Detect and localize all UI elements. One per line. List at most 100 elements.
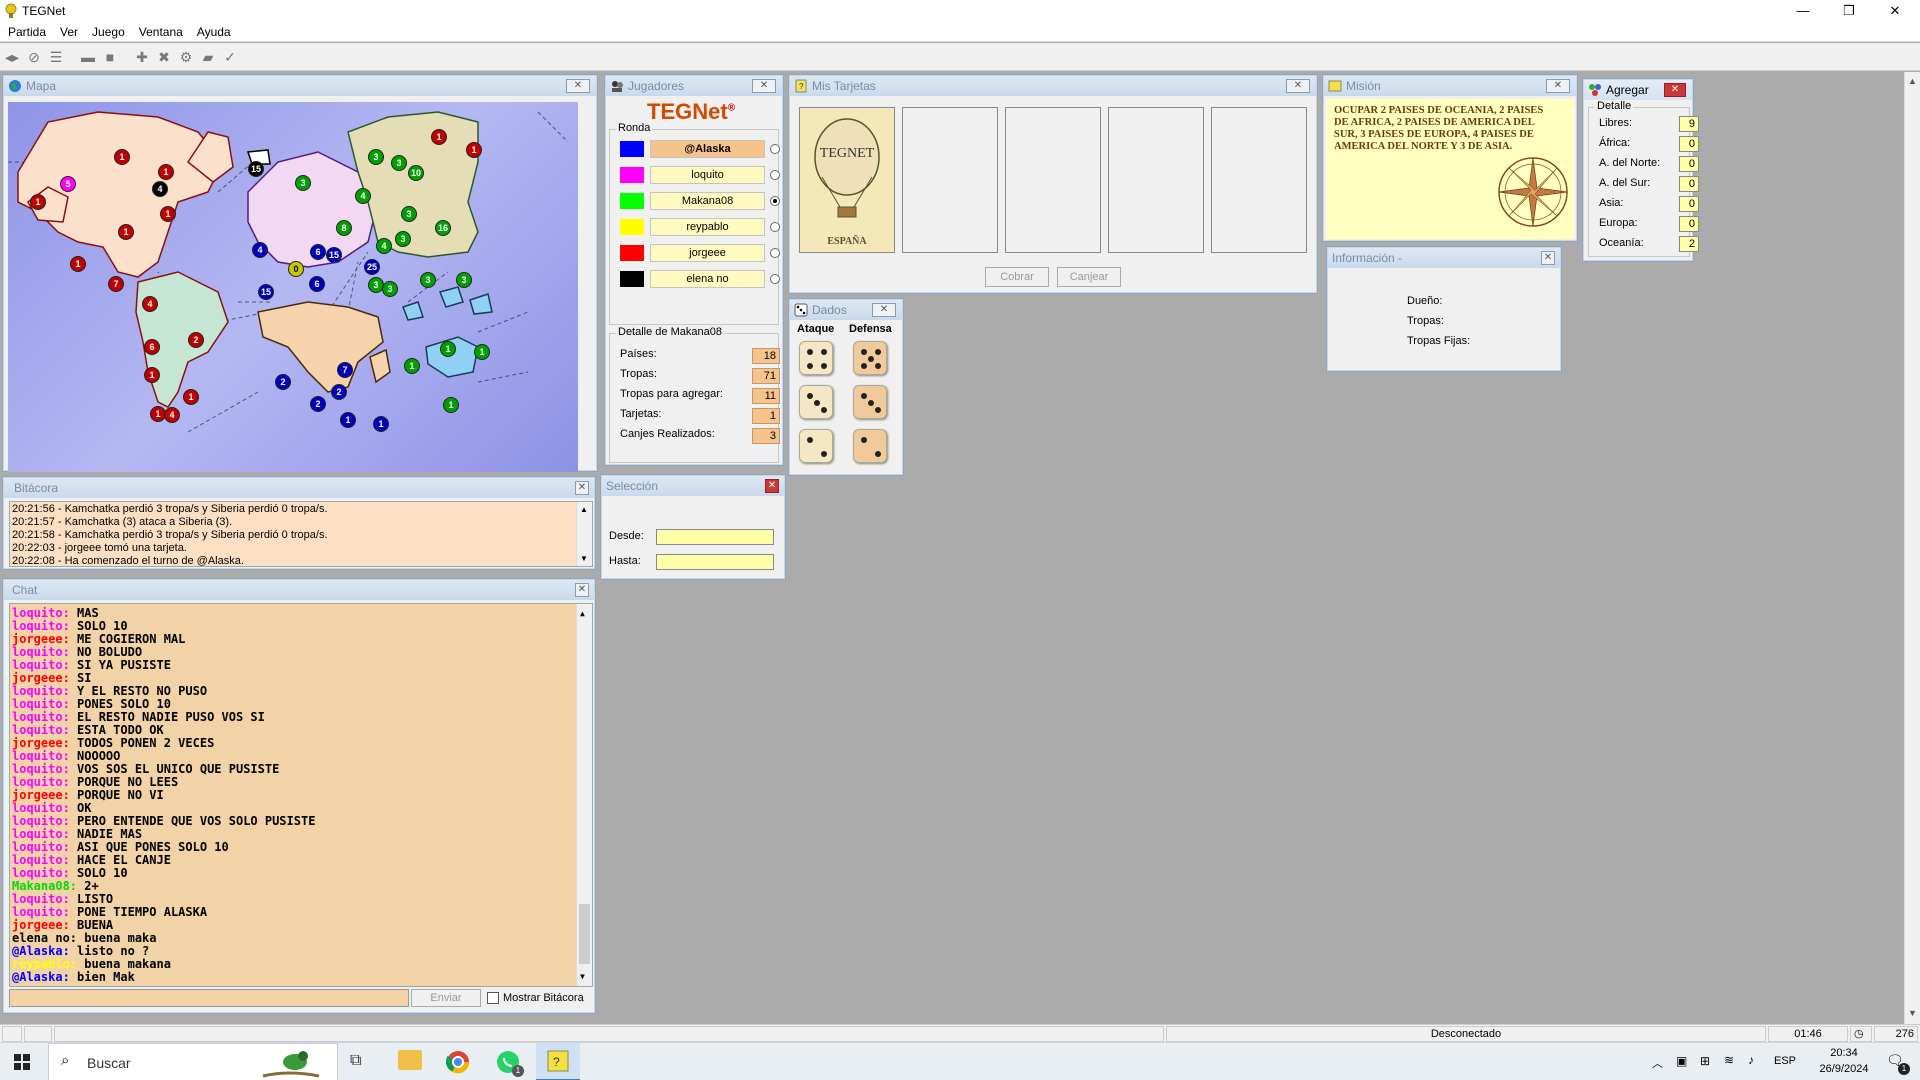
canjear-button[interactable]: Canjear <box>1057 267 1121 287</box>
army-marker[interactable]: 1 <box>404 358 420 374</box>
chat-messages[interactable]: loquito: MAS loquito: SOLO 10 jorgeee: ME … <box>9 603 593 987</box>
mission-close-button[interactable]: ✕ <box>1546 79 1570 93</box>
add-troops-icon[interactable]: ✚ <box>132 47 152 67</box>
army-marker[interactable]: 3 <box>456 272 472 288</box>
add-row-value[interactable]: 9 <box>1679 116 1699 132</box>
cobrar-button[interactable]: Cobrar <box>985 267 1049 287</box>
show-log-checkbox[interactable] <box>487 992 499 1004</box>
menu-juego[interactable]: Juego <box>85 22 132 42</box>
player-radio[interactable] <box>770 222 780 232</box>
player-radio[interactable] <box>770 196 780 206</box>
army-marker[interactable]: 1 <box>144 367 160 383</box>
card-slot-2[interactable] <box>902 107 998 253</box>
army-marker[interactable]: 4 <box>164 407 180 423</box>
army-marker[interactable]: 15 <box>326 247 342 263</box>
army-marker[interactable]: 1 <box>70 256 86 272</box>
chat-close-button[interactable]: ✕ <box>575 583 589 597</box>
maximize-button[interactable]: ❐ <box>1826 0 1872 22</box>
regroup-icon[interactable]: ⚙ <box>176 47 196 67</box>
windows-start-icon[interactable] <box>14 1054 30 1070</box>
add-close-button[interactable]: ✕ <box>1664 83 1686 97</box>
add-row-value[interactable]: 0 <box>1679 136 1699 152</box>
card-slot-4[interactable] <box>1108 107 1204 253</box>
chat-input[interactable] <box>9 989 409 1007</box>
log-text[interactable]: 20:21:56 - Kamchatka perdió 3 tropa/s y … <box>9 501 593 567</box>
chat-scroll-thumb[interactable] <box>579 904 590 964</box>
army-marker[interactable]: 3 <box>401 206 417 222</box>
army-marker[interactable]: 7 <box>108 276 124 292</box>
army-marker[interactable]: 6 <box>144 339 160 355</box>
player-radio[interactable] <box>770 170 780 180</box>
tray-chevron-icon[interactable]: ︿ <box>1652 1055 1663 1071</box>
army-marker[interactable]: 7 <box>337 362 353 378</box>
army-marker[interactable]: 3 <box>295 175 311 191</box>
army-marker[interactable]: 1 <box>443 397 459 413</box>
army-marker[interactable]: 1 <box>474 344 490 360</box>
list-icon[interactable]: ☰ <box>46 47 66 67</box>
add-row-value[interactable]: 0 <box>1679 156 1699 172</box>
army-marker[interactable]: 15 <box>248 161 264 177</box>
players-close-button[interactable]: ✕ <box>752 79 776 93</box>
card-slot-3[interactable] <box>1005 107 1101 253</box>
army-marker[interactable]: 4 <box>355 188 371 204</box>
army-marker[interactable]: 4 <box>142 296 158 312</box>
connect-icon[interactable]: ◂▸ <box>2 47 22 67</box>
menu-ver[interactable]: Ver <box>53 22 85 42</box>
army-marker[interactable]: 5 <box>60 176 76 192</box>
army-marker[interactable]: 3 <box>391 155 407 171</box>
log-close-button[interactable]: ✕ <box>575 481 589 495</box>
log-scrollbar[interactable]: ▲ ▼ <box>576 502 592 566</box>
player-radio[interactable] <box>770 144 780 154</box>
attack-icon[interactable]: ✖ <box>154 47 174 67</box>
army-marker[interactable]: 2 <box>310 396 326 412</box>
add-row-value[interactable]: 0 <box>1679 196 1699 212</box>
selection-close-button[interactable]: ✕ <box>765 479 779 493</box>
army-marker[interactable]: 1 <box>160 206 176 222</box>
card-icon[interactable]: ▰ <box>198 47 218 67</box>
army-marker[interactable]: 10 <box>408 165 424 181</box>
player-row[interactable]: Makana08 <box>620 192 780 210</box>
wifi-icon[interactable]: ≋ <box>1724 1053 1734 1067</box>
tray-device-icon[interactable]: ▣ <box>1676 1054 1687 1068</box>
army-marker[interactable]: 3 <box>420 272 436 288</box>
army-marker[interactable]: 4 <box>152 181 168 197</box>
end-turn-icon[interactable]: ✓ <box>220 47 240 67</box>
army-marker[interactable]: 3 <box>368 149 384 165</box>
language-indicator[interactable]: ESP <box>1774 1055 1796 1067</box>
close-button[interactable]: ✕ <box>1872 0 1918 22</box>
send-button[interactable]: Enviar <box>411 989 481 1007</box>
army-marker[interactable]: 1 <box>440 341 456 357</box>
menu-ventana[interactable]: Ventana <box>132 22 190 42</box>
tray-meet-icon[interactable]: ⊞ <box>1700 1054 1710 1068</box>
chat-scrollbar[interactable]: ▲ ▼ <box>576 604 592 986</box>
info-close-button[interactable]: ✕ <box>1541 251 1555 265</box>
add-row-value[interactable]: 0 <box>1679 176 1699 192</box>
cards-close-button[interactable]: ✕ <box>1286 79 1310 93</box>
army-marker[interactable]: 4 <box>252 242 268 258</box>
army-marker[interactable]: 1 <box>118 224 134 240</box>
minimize-button[interactable]: — <box>1780 0 1826 22</box>
player-radio[interactable] <box>770 248 780 258</box>
army-marker[interactable]: 1 <box>158 164 174 180</box>
army-marker[interactable]: 8 <box>336 220 352 236</box>
desde-field[interactable] <box>656 529 774 545</box>
clock-time[interactable]: 20:34 <box>1812 1047 1876 1059</box>
file-explorer-icon[interactable] <box>398 1050 422 1070</box>
card-espana[interactable]: TEGNET ESPAÑA <box>799 107 895 253</box>
map-close-button[interactable]: ✕ <box>566 79 590 93</box>
mdi-scrollbar[interactable]: ▲ ▼ <box>1904 72 1920 1024</box>
disconnect-icon[interactable]: ⊘ <box>24 47 44 67</box>
army-marker[interactable]: 1 <box>431 129 447 145</box>
menu-ayuda[interactable]: Ayuda <box>190 22 238 42</box>
player-row[interactable]: @Alaska <box>620 140 780 158</box>
army-marker[interactable]: 0 <box>288 261 304 277</box>
army-marker[interactable]: 3 <box>395 231 411 247</box>
tegnet-taskbar-button[interactable]: ? <box>536 1043 580 1080</box>
dice-close-button[interactable]: ✕ <box>872 303 896 317</box>
army-marker[interactable]: 6 <box>310 244 326 260</box>
army-marker[interactable]: 25 <box>364 259 380 275</box>
volume-icon[interactable]: ♪ <box>1748 1053 1754 1067</box>
army-marker[interactable]: 2 <box>275 374 291 390</box>
army-marker[interactable]: 1 <box>183 389 199 405</box>
player-row[interactable]: reypablo <box>620 218 780 236</box>
